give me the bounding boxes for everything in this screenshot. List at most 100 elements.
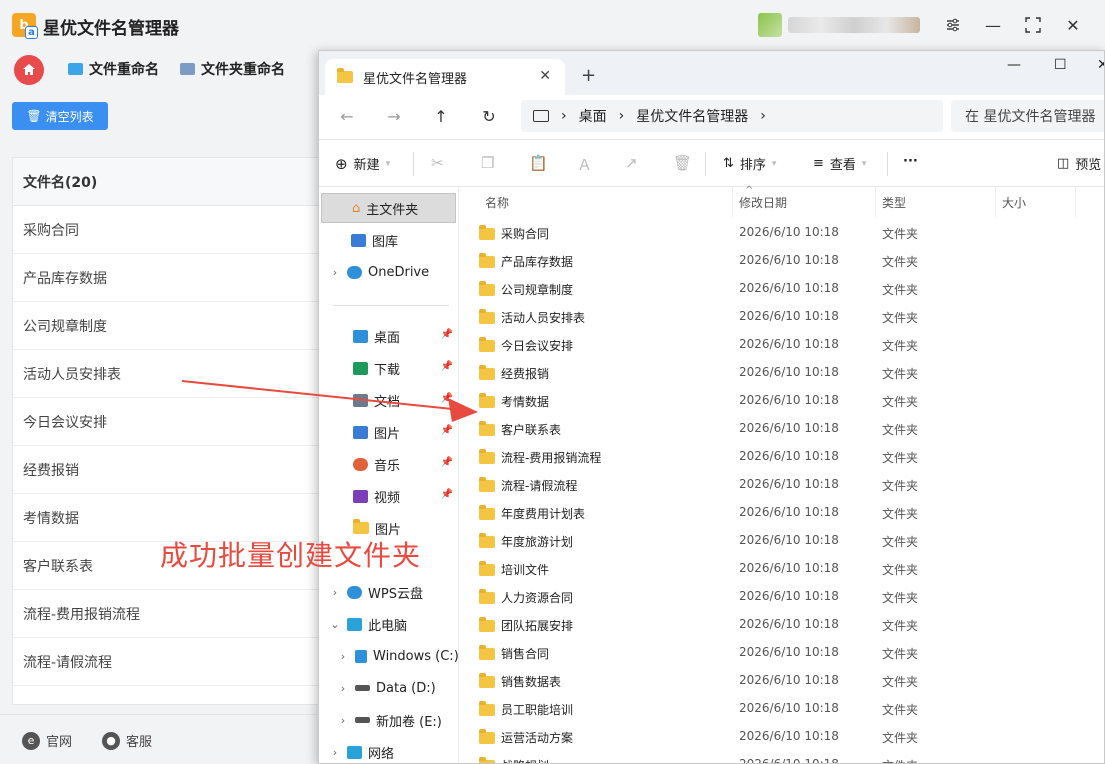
address-bar[interactable]: › 桌面 › 星优文件名管理器 › (521, 100, 943, 132)
close-icon[interactable]: ✕ (1060, 12, 1086, 38)
file-name: 人力资源合同 (501, 591, 574, 605)
settings-icon[interactable] (940, 12, 966, 38)
forward-icon[interactable]: → (384, 107, 404, 126)
new-tab-icon[interactable]: + (581, 65, 596, 86)
tab-folder-rename[interactable]: 文件夹重命名 (180, 59, 285, 79)
pin-icon[interactable]: 📌 (441, 425, 453, 436)
delete-icon[interactable]: 🗑 (673, 154, 692, 172)
table-row[interactable]: 流程-费用报销流程 (13, 590, 331, 638)
file-name: 运营活动方案 (501, 731, 574, 745)
paste-icon[interactable]: 📋 (529, 154, 548, 172)
column-size[interactable]: 大小 (996, 187, 1076, 217)
close-icon[interactable]: ✕ (1097, 57, 1104, 73)
list-item[interactable]: 公司规章制度 2026/6/10 10:18 文件夹 (459, 274, 1104, 302)
file-name-cell: 销售合同 (479, 644, 549, 662)
list-item[interactable]: 运营活动方案 2026/6/10 10:18 文件夹 (459, 722, 1104, 750)
minimize-icon[interactable]: — (1007, 57, 1021, 73)
sidebar-item-drive-c[interactable]: › Windows (C:) (319, 641, 459, 671)
file-name: 今日会议安排 (501, 339, 574, 353)
new-button[interactable]: ⊕ 新建 ▾ (335, 154, 390, 174)
table-row[interactable]: 公司规章制度 (13, 302, 331, 350)
windows-drive-icon (355, 649, 367, 663)
list-item[interactable]: 产品库存数据 2026/6/10 10:18 文件夹 (459, 246, 1104, 274)
list-item[interactable]: 战略规划 2026/6/10 10:18 文件夹 (459, 750, 1104, 763)
table-row[interactable]: 今日会议安排 (13, 398, 331, 446)
column-type[interactable]: 类型 (876, 187, 996, 217)
sidebar-item-wps[interactable]: › WPS云盘 (319, 577, 457, 607)
table-row[interactable]: 流程-请假流程 (13, 638, 331, 686)
file-date: 2026/6/10 10:18 (739, 673, 839, 687)
pin-icon[interactable]: 📌 (441, 361, 453, 372)
list-item[interactable]: 人力资源合同 2026/6/10 10:18 文件夹 (459, 582, 1104, 610)
more-options-button[interactable]: ··· (903, 154, 918, 169)
preview-button[interactable]: ◫ 预览 (1057, 154, 1101, 173)
list-item[interactable]: 团队拓展安排 2026/6/10 10:18 文件夹 (459, 610, 1104, 638)
cut-icon[interactable]: ✂ (431, 154, 444, 172)
tab-file-rename[interactable]: 文件重命名 (68, 59, 159, 79)
sidebar-item-music[interactable]: 音乐 📌 (319, 449, 457, 479)
file-name-cell: 今日会议安排 (479, 336, 574, 354)
explorer-tab[interactable]: 星优文件名管理器 ✕ (325, 59, 565, 95)
sidebar-item-home[interactable]: ⌂ 主文件夹 (321, 193, 456, 223)
column-modified[interactable]: 修改日期 (733, 187, 876, 217)
list-item[interactable]: 员工职能培训 2026/6/10 10:18 文件夹 (459, 694, 1104, 722)
pin-icon[interactable]: 📌 (441, 329, 453, 340)
table-row[interactable]: 活动人员安排表 (13, 350, 331, 398)
list-item[interactable]: 销售合同 2026/6/10 10:18 文件夹 (459, 638, 1104, 666)
maximize-icon[interactable]: ☐ (1054, 57, 1067, 73)
pin-icon[interactable]: 📌 (441, 393, 453, 404)
view-button[interactable]: ≡ 查看 ▾ (813, 154, 866, 173)
sort-button[interactable]: ⇅ 排序 ▾ (723, 154, 776, 173)
search-input[interactable]: 在 星优文件名管理器 (951, 100, 1104, 132)
column-name[interactable]: 名称 (479, 187, 733, 217)
sidebar-item-desktop[interactable]: 桌面 📌 (319, 321, 457, 351)
share-icon[interactable]: ↗ (625, 154, 638, 172)
close-tab-icon[interactable]: ✕ (539, 68, 551, 84)
pin-icon[interactable]: 📌 (441, 489, 453, 500)
sidebar-item-pictures[interactable]: 图片 📌 (319, 417, 457, 447)
home-button[interactable] (14, 55, 44, 85)
list-item[interactable]: 经费报销 2026/6/10 10:18 文件夹 (459, 358, 1104, 386)
list-item[interactable]: 培训文件 2026/6/10 10:18 文件夹 (459, 554, 1104, 582)
support-link[interactable]: ● 客服 (102, 731, 152, 750)
breadcrumb-folder[interactable]: 星优文件名管理器 (636, 106, 748, 126)
list-item[interactable]: 年度旅游计划 2026/6/10 10:18 文件夹 (459, 526, 1104, 554)
sidebar-item-drive-e[interactable]: › 新加卷 (E:) (319, 705, 457, 735)
list-item[interactable]: 客户联系表 2026/6/10 10:18 文件夹 (459, 414, 1104, 442)
file-name-cell: 培训文件 (479, 560, 549, 578)
list-item[interactable]: 流程-费用报销流程 2026/6/10 10:18 文件夹 (459, 442, 1104, 470)
sidebar-item-onedrive[interactable]: › OneDrive (319, 257, 457, 287)
table-row[interactable]: 经费报销 (13, 446, 331, 494)
sidebar-item-videos[interactable]: 视频 📌 (319, 481, 457, 511)
back-icon[interactable]: ← (337, 107, 357, 126)
website-link[interactable]: e 官网 (22, 731, 72, 750)
list-item[interactable]: 年度费用计划表 2026/6/10 10:18 文件夹 (459, 498, 1104, 526)
rename-icon[interactable]: Ａ (577, 154, 592, 175)
folder-icon (479, 588, 495, 604)
sidebar-item-downloads[interactable]: 下载 📌 (319, 353, 457, 383)
sidebar-item-gallery[interactable]: 图库 (319, 225, 457, 255)
fullscreen-icon[interactable] (1020, 12, 1046, 38)
minimize-icon[interactable]: — (980, 12, 1006, 38)
chevron-down-icon: ▾ (861, 158, 867, 169)
file-name-cell: 年度旅游计划 (479, 532, 573, 550)
table-row[interactable]: 采购合同 (13, 206, 331, 254)
copy-icon[interactable]: ❐ (481, 154, 494, 172)
list-item[interactable]: 今日会议安排 2026/6/10 10:18 文件夹 (459, 330, 1104, 358)
breadcrumb-desktop[interactable]: 桌面 (579, 106, 607, 126)
list-item[interactable]: 采购合同 2026/6/10 10:18 文件夹 (459, 218, 1104, 246)
clear-list-button[interactable]: 🗑 清空列表 (12, 102, 108, 130)
list-item[interactable]: 活动人员安排表 2026/6/10 10:18 文件夹 (459, 302, 1104, 330)
refresh-icon[interactable]: ↻ (479, 107, 499, 126)
list-item[interactable]: 流程-请假流程 2026/6/10 10:18 文件夹 (459, 470, 1104, 498)
avatar[interactable] (758, 13, 782, 37)
sidebar-item-documents[interactable]: 文档 📌 (319, 385, 457, 415)
sidebar-item-this-pc[interactable]: ⌄ 此电脑 (319, 609, 457, 639)
up-icon[interactable]: ↑ (431, 107, 451, 126)
sidebar-item-network[interactable]: › 网络 (319, 737, 457, 763)
list-item[interactable]: 考情数据 2026/6/10 10:18 文件夹 (459, 386, 1104, 414)
list-item[interactable]: 销售数据表 2026/6/10 10:18 文件夹 (459, 666, 1104, 694)
sidebar-item-drive-d[interactable]: › Data (D:) (319, 673, 457, 703)
table-row[interactable]: 产品库存数据 (13, 254, 331, 302)
pin-icon[interactable]: 📌 (441, 457, 453, 468)
